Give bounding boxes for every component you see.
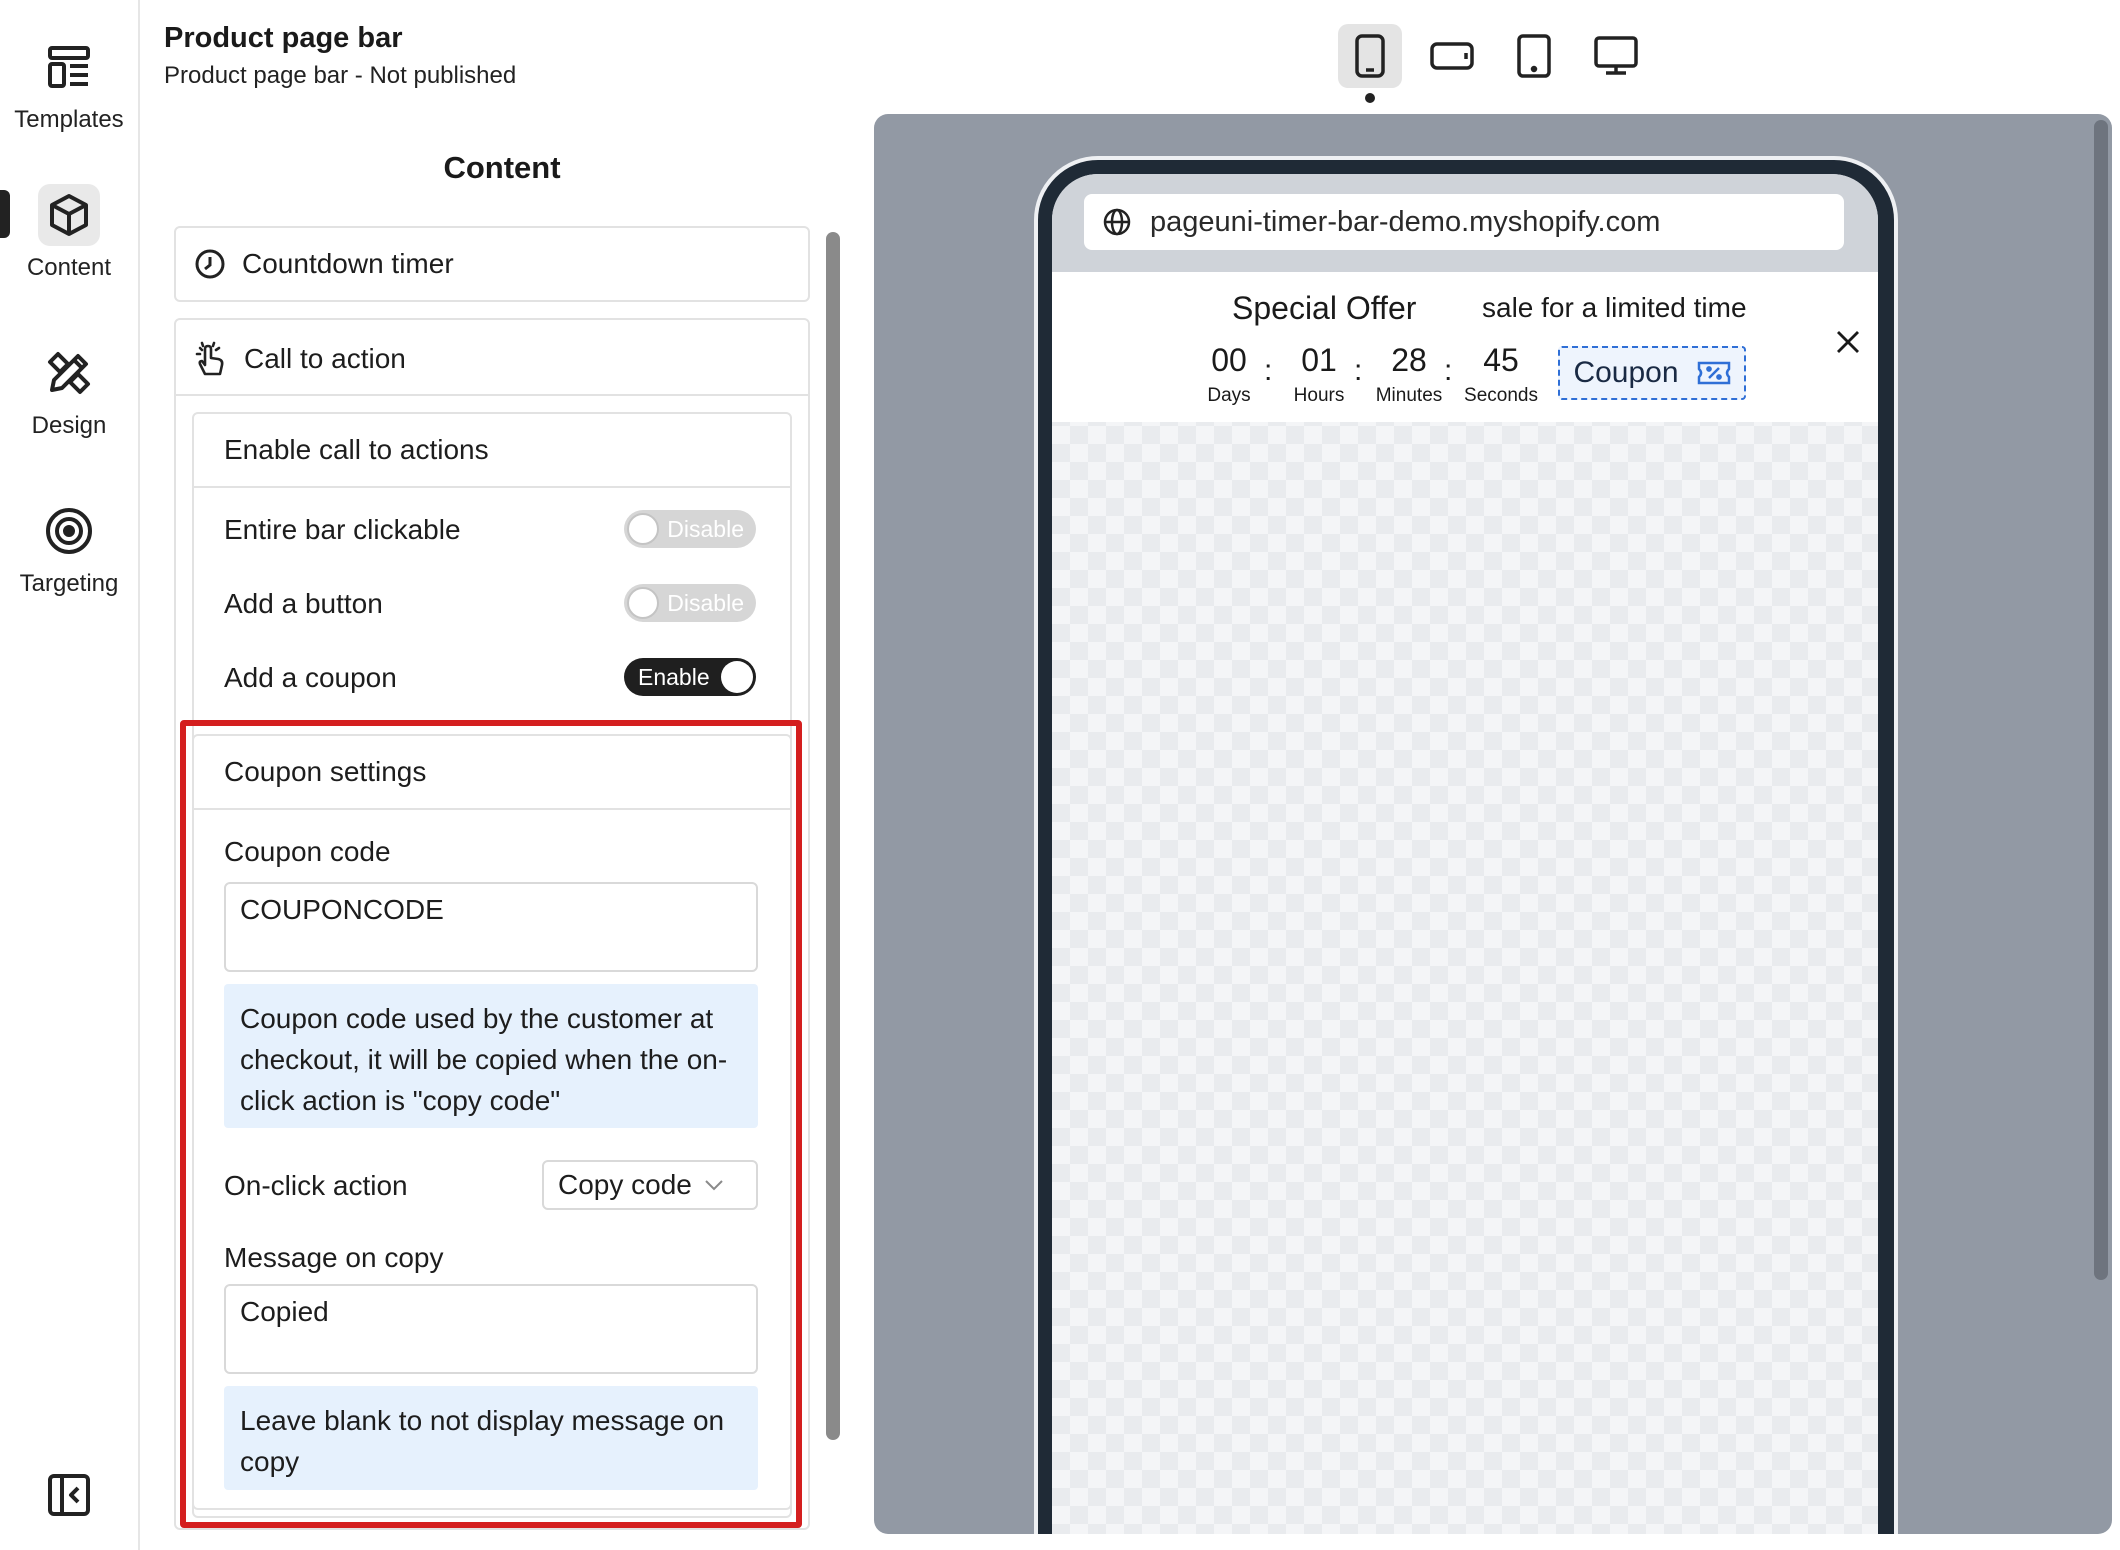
- offer-subtitle: sale for a limited time: [1482, 292, 1747, 323]
- rail-label: Design: [31, 412, 107, 439]
- divider: [194, 486, 790, 488]
- toggle-knob: [627, 513, 659, 545]
- timer-label: Seconds: [1464, 385, 1538, 406]
- device-mobile-button[interactable]: [1338, 24, 1402, 88]
- add-button-toggle[interactable]: Disable: [624, 584, 756, 622]
- hand-pointer-icon: [195, 341, 224, 376]
- toggle-state: Enable: [638, 663, 710, 690]
- timer-label: Hours: [1293, 385, 1345, 406]
- rail-item-content[interactable]: Content: [0, 184, 138, 282]
- timer-value: 01: [1301, 342, 1337, 378]
- rail-item-targeting[interactable]: Targeting: [0, 500, 138, 598]
- preview-area: pageuni-timer-bar-demo.myshopify.com Spe…: [874, 114, 2112, 1534]
- timer-separator: :: [1354, 354, 1363, 387]
- target-icon: [38, 500, 100, 562]
- left-rail: Templates Content Design Targeting: [0, 0, 140, 1550]
- cube-icon: [38, 184, 100, 246]
- panel-scrollbar[interactable]: [826, 232, 840, 1440]
- timer-separator: :: [1264, 354, 1273, 387]
- close-icon[interactable]: [1834, 326, 1862, 365]
- coupon-button-label: Coupon: [1573, 356, 1679, 389]
- toggle-knob: [627, 587, 659, 619]
- timer-minutes: 28 Minutes: [1364, 342, 1454, 407]
- desktop-icon: [1594, 36, 1638, 75]
- panel-heading: Content: [443, 150, 561, 185]
- url-bar: pageuni-timer-bar-demo.myshopify.com: [1084, 194, 1844, 250]
- clock-icon: [195, 249, 225, 279]
- countdown-timer-section[interactable]: Countdown timer: [174, 226, 810, 302]
- toggle-state: Disable: [667, 589, 744, 616]
- divider: [176, 394, 808, 396]
- url-text: pageuni-timer-bar-demo.myshopify.com: [1150, 205, 1661, 238]
- timer-days: 00 Days: [1184, 342, 1274, 407]
- offer-title: Special Offer: [1232, 290, 1417, 326]
- rail-label: Targeting: [19, 570, 119, 597]
- tablet-landscape-icon: [1430, 42, 1474, 70]
- toggle-knob: [721, 661, 753, 693]
- rail-label: Templates: [14, 106, 124, 133]
- entire-bar-clickable-toggle[interactable]: Disable: [624, 510, 756, 548]
- globe-icon: [1103, 208, 1131, 236]
- timer-label: Days: [1207, 385, 1251, 406]
- highlight-box: [180, 720, 802, 1528]
- timer-value: 28: [1391, 342, 1427, 378]
- active-device-dot: [1365, 93, 1375, 103]
- call-to-action-header[interactable]: Call to action: [192, 340, 406, 378]
- coupon-button[interactable]: Coupon: [1558, 346, 1746, 400]
- design-tools-icon: [38, 342, 100, 404]
- mobile-icon: [1355, 34, 1385, 78]
- timer-value: 00: [1211, 342, 1247, 378]
- add-coupon-toggle[interactable]: Enable: [624, 658, 756, 696]
- browser-bar: pageuni-timer-bar-demo.myshopify.com: [1052, 174, 1878, 272]
- timer-separator: :: [1444, 354, 1453, 387]
- device-tablet-button[interactable]: [1502, 24, 1566, 88]
- timer-seconds: 45 Seconds: [1456, 342, 1546, 407]
- timer-hours: 01 Hours: [1274, 342, 1364, 407]
- templates-icon: [38, 36, 100, 98]
- add-coupon-label: Add a coupon: [224, 662, 397, 693]
- coupon-ticket-icon: [1697, 361, 1730, 385]
- page-title: Product page bar: [164, 22, 403, 54]
- device-desktop-button[interactable]: [1584, 24, 1648, 88]
- entire-bar-clickable-label: Entire bar clickable: [224, 514, 461, 545]
- add-button-label: Add a button: [224, 588, 383, 619]
- rail-label: Content: [26, 254, 112, 281]
- countdown-bar: Special Offer sale for a limited time 00…: [1052, 272, 1878, 422]
- rail-item-design[interactable]: Design: [0, 342, 138, 440]
- timer-value: 45: [1483, 342, 1519, 378]
- preview-scrollbar[interactable]: [2094, 120, 2108, 1280]
- call-to-action-label: Call to action: [244, 343, 406, 374]
- page-subtitle: Product page bar - Not published: [164, 62, 517, 89]
- toggle-state: Disable: [667, 515, 744, 542]
- phone-screen: pageuni-timer-bar-demo.myshopify.com Spe…: [1052, 174, 1878, 1534]
- enable-cta-label: Enable call to actions: [224, 434, 489, 465]
- sidebar-collapse-icon[interactable]: [46, 1472, 92, 1523]
- device-tablet-landscape-button[interactable]: [1420, 24, 1484, 88]
- timer-label: Minutes: [1375, 385, 1443, 406]
- tablet-icon: [1517, 34, 1551, 78]
- countdown-timer-label: Countdown timer: [242, 248, 454, 279]
- rail-item-templates[interactable]: Templates: [0, 36, 138, 134]
